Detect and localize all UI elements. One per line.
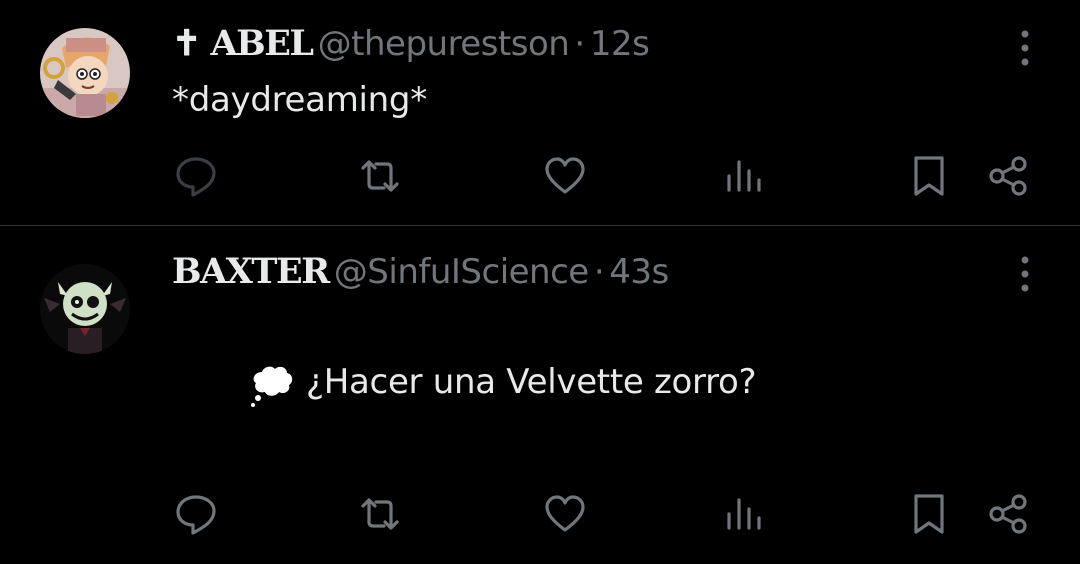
tweet-text: *daydreaming* — [172, 80, 427, 120]
views-icon[interactable] — [722, 492, 766, 536]
user-handle[interactable]: @thepurestson — [318, 24, 570, 64]
separator-dot: · — [574, 24, 585, 64]
views-icon[interactable] — [722, 154, 766, 198]
display-name[interactable]: BAXTER — [172, 251, 330, 292]
thought-balloon-icon — [248, 362, 296, 410]
separator-dot: · — [593, 252, 605, 292]
display-name[interactable]: ✝ ABEL — [172, 23, 314, 64]
user-handle[interactable]: @SinfuIScience — [334, 252, 589, 292]
tweet-text: ¿Hacer una Velvette zorro? — [306, 362, 757, 402]
share-icon[interactable] — [986, 154, 1030, 198]
tweet-header: BAXTER @SinfuIScience · 43s — [172, 251, 669, 293]
tweet-baxter[interactable]: BAXTER @SinfuIScience · 43s ¿Hacer una V… — [0, 226, 1080, 564]
avatar[interactable] — [40, 264, 130, 354]
reply-icon[interactable] — [174, 492, 218, 536]
more-icon[interactable] — [1014, 28, 1036, 68]
timestamp[interactable]: 43s — [609, 252, 669, 292]
action-bar — [0, 154, 1080, 198]
bookmark-icon[interactable] — [907, 492, 951, 536]
share-icon[interactable] — [986, 492, 1030, 536]
like-icon[interactable] — [543, 492, 587, 536]
tweet-abel[interactable]: ✝ ABEL @thepurestson · 12s *daydreaming* — [0, 0, 1080, 226]
more-icon[interactable] — [1014, 254, 1036, 294]
tweet-header: ✝ ABEL @thepurestson · 12s — [172, 23, 650, 65]
timestamp[interactable]: 12s — [590, 24, 650, 64]
reply-icon[interactable] — [174, 154, 218, 198]
like-icon[interactable] — [543, 154, 587, 198]
bookmark-icon[interactable] — [907, 154, 951, 198]
action-bar — [0, 492, 1080, 536]
repost-icon[interactable] — [358, 492, 402, 536]
repost-icon[interactable] — [358, 154, 402, 198]
avatar[interactable] — [40, 28, 130, 118]
